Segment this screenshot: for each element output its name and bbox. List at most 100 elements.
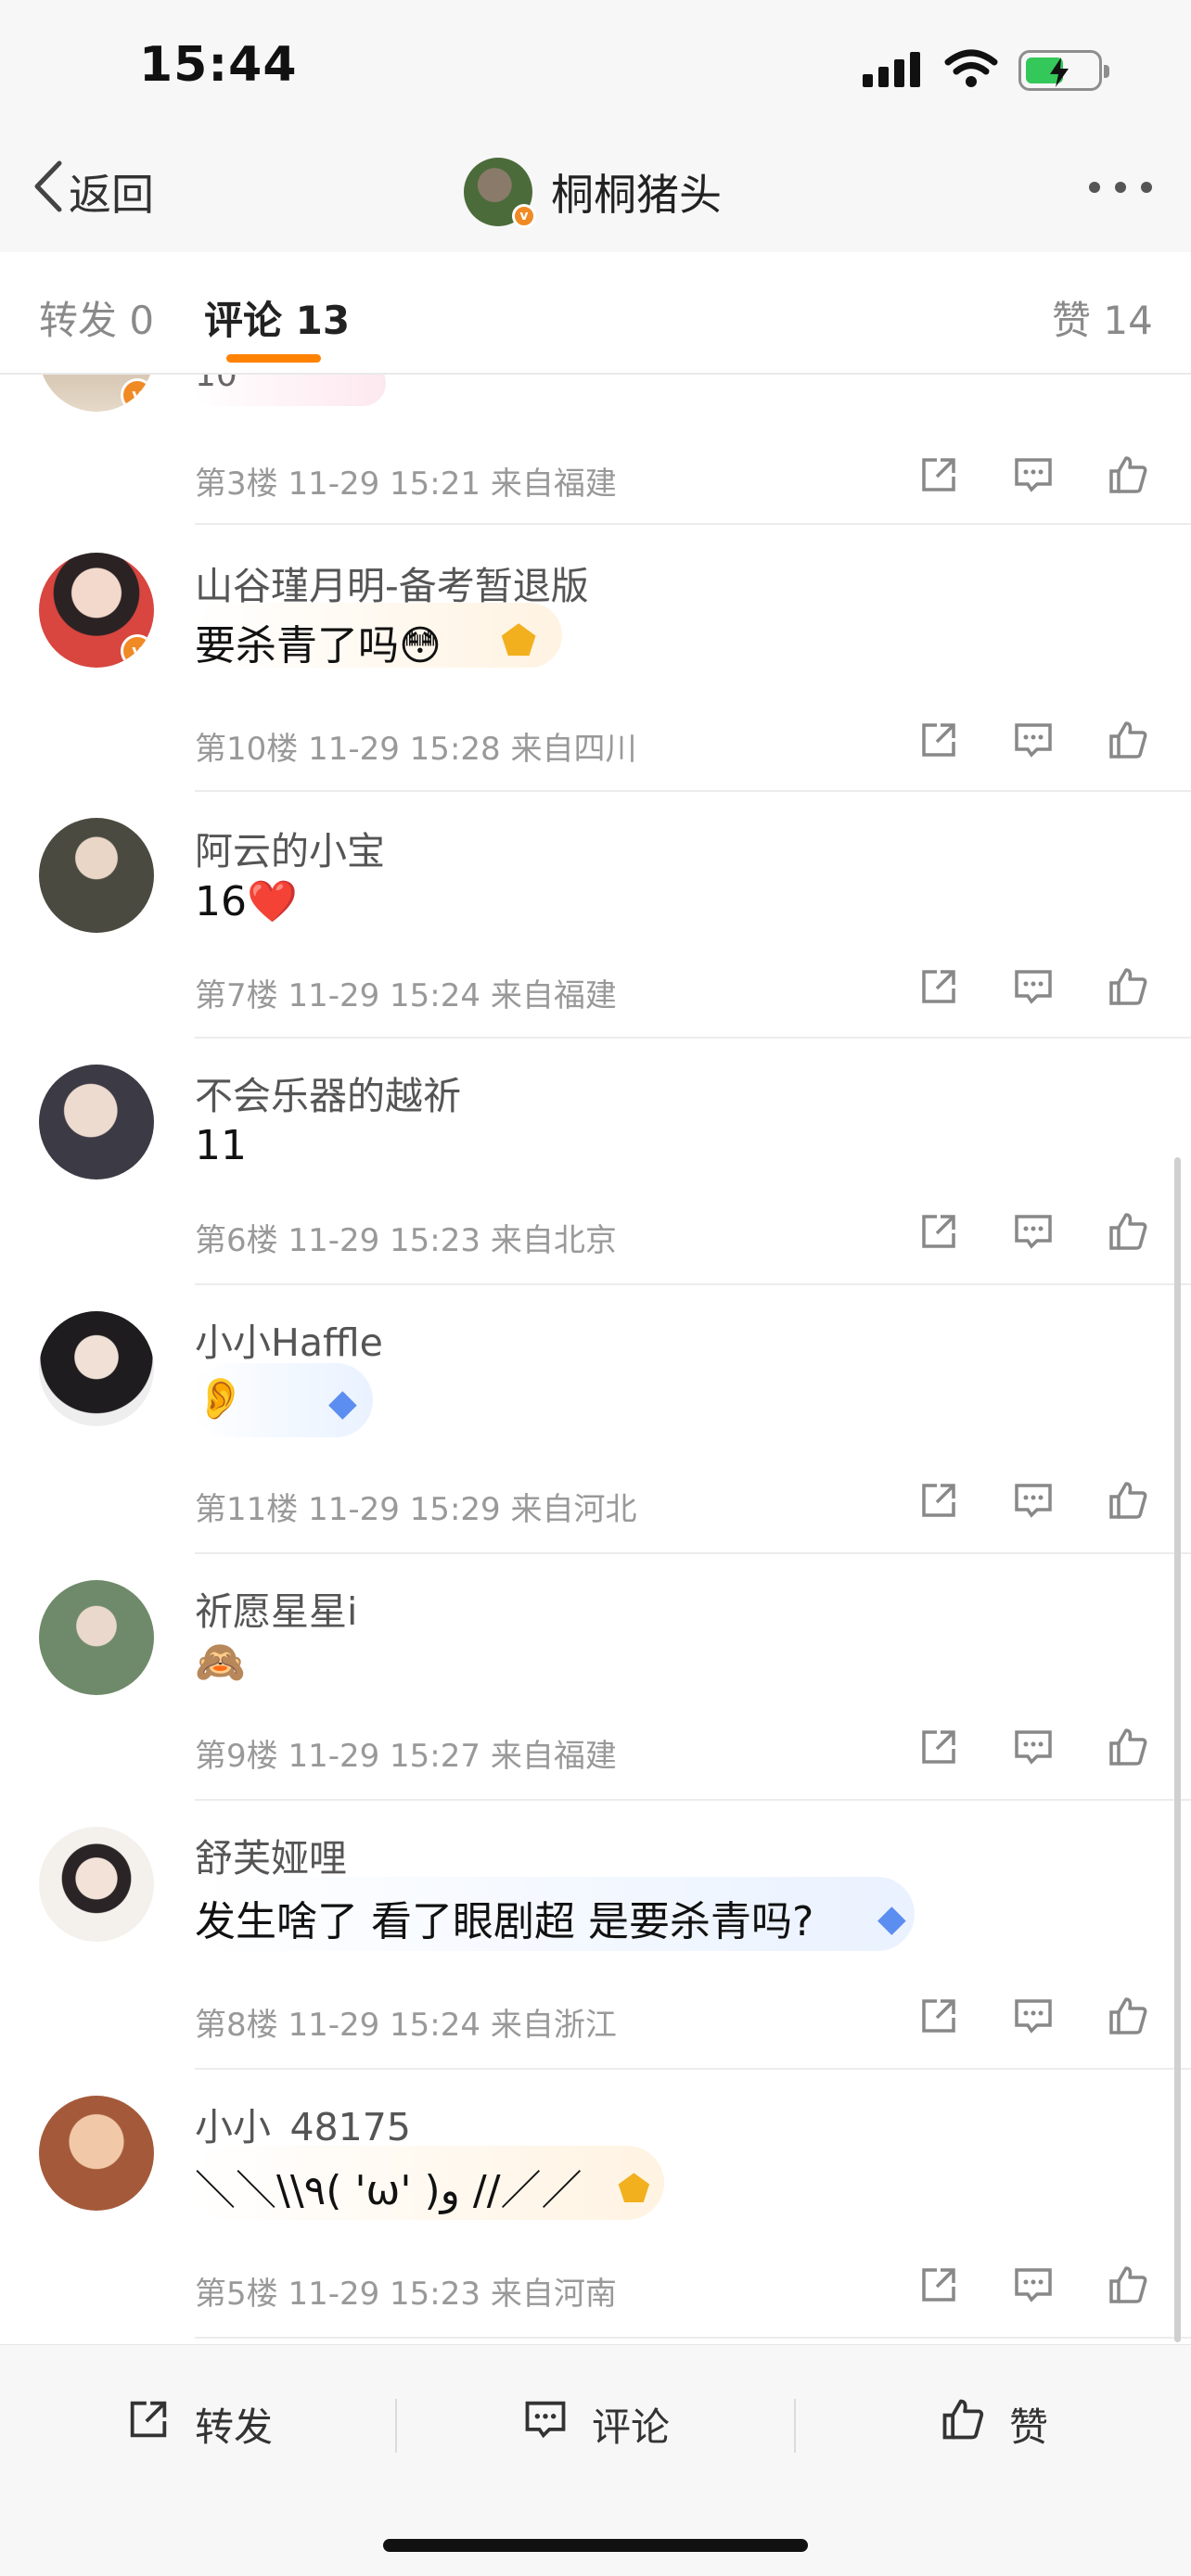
comment-actions: [916, 1478, 1150, 1523]
comment-actions: [916, 453, 1150, 497]
page-title: 桐桐猪头: [551, 170, 722, 220]
like-icon[interactable]: [1106, 453, 1150, 497]
back-label: 返回: [69, 169, 154, 220]
comment-icon[interactable]: [1011, 2263, 1056, 2307]
tab-indicator: [226, 354, 321, 363]
share-icon[interactable]: [916, 1209, 961, 1254]
avatar[interactable]: [39, 1580, 154, 1695]
divider: [195, 1283, 1191, 1285]
comment-icon[interactable]: [1011, 964, 1056, 1009]
comment-author[interactable]: 阿云的小宝: [195, 820, 385, 875]
comment-text: 11: [195, 1122, 247, 1169]
back-button[interactable]: 返回: [32, 159, 154, 223]
share-icon[interactable]: [916, 1478, 961, 1523]
share-icon: [124, 2395, 173, 2453]
comment-meta: 第6楼 11-29 15:23 来自北京: [195, 1222, 617, 1259]
verified-badge-icon: v: [121, 634, 154, 668]
cellular-signal-icon: [863, 50, 924, 91]
comment-author[interactable]: 祈愿星星i: [195, 1580, 357, 1636]
comment-author[interactable]: 小小_48175: [195, 2096, 411, 2151]
comment-actions: [916, 1209, 1150, 1254]
comment-author[interactable]: 不会乐器的越祈: [195, 1065, 461, 1120]
comment-author[interactable]: 舒芙娅哩: [195, 1827, 347, 1882]
comment-text: 16❤️: [195, 878, 298, 925]
like-icon: [939, 2395, 987, 2453]
comment-meta: 第10楼 11-29 15:28 来自四川: [195, 731, 637, 768]
avatar[interactable]: [39, 818, 154, 933]
diamond-badge-icon: ◆: [877, 1897, 906, 1940]
dot: [1115, 182, 1126, 193]
comment-actions: [916, 718, 1150, 762]
avatar[interactable]: [39, 2096, 154, 2211]
share-icon[interactable]: [916, 964, 961, 1009]
comment-icon[interactable]: [1011, 1209, 1056, 1254]
tab-likes[interactable]: 赞 14: [1052, 289, 1153, 346]
comment-meta: 第11楼 11-29 15:29 来自河北: [195, 1491, 637, 1528]
repost-label: 转发: [195, 2404, 274, 2450]
avatar[interactable]: v: [39, 553, 154, 668]
comment-meta: 第8楼 11-29 15:24 来自浙江: [195, 2007, 617, 2044]
top-bar: 15:44 返回 v 桐桐猪头: [0, 0, 1191, 252]
share-icon[interactable]: [916, 2263, 961, 2307]
avatar[interactable]: v: [464, 158, 536, 228]
avatar[interactable]: [39, 1065, 154, 1180]
comment-button[interactable]: 评论: [521, 2395, 670, 2453]
tab-repost[interactable]: 转发 0: [39, 289, 154, 346]
more-button[interactable]: [1089, 182, 1152, 193]
divider: [195, 790, 1191, 792]
comment-icon[interactable]: [1011, 718, 1056, 762]
comment-icon: [521, 2395, 570, 2453]
comment-meta: 第3楼 11-29 15:21 来自福建: [195, 465, 617, 503]
share-icon[interactable]: [916, 718, 961, 762]
comment-icon[interactable]: [1011, 1994, 1056, 2038]
verified-badge-icon: v: [121, 378, 154, 412]
repost-button[interactable]: 转发: [124, 2395, 273, 2453]
comment-actions: [916, 1994, 1150, 2038]
like-label: 赞: [1009, 2404, 1049, 2450]
comment-label: 评论: [592, 2404, 671, 2450]
wifi-icon: [944, 49, 998, 92]
like-icon[interactable]: [1106, 1994, 1150, 2038]
verified-badge-icon: v: [512, 204, 536, 228]
divider: [195, 1552, 1191, 1554]
comment-text: 发生啥了 看了眼剧超 是要杀青吗?: [195, 1898, 814, 1945]
divider: [195, 2068, 1191, 2070]
like-icon[interactable]: [1106, 1478, 1150, 1523]
comment-author[interactable]: 小小Haffle: [195, 1311, 383, 1367]
like-icon[interactable]: [1106, 2263, 1150, 2307]
share-icon[interactable]: [916, 1725, 961, 1769]
comment-text: ＼＼\\٩( 'ω' )و //／／: [195, 2167, 583, 2214]
avatar[interactable]: [39, 1311, 154, 1426]
comment-author[interactable]: 山谷瑾月明-备考暂退版: [195, 555, 589, 610]
comment-icon[interactable]: [1011, 1725, 1056, 1769]
home-indicator: [383, 2539, 808, 2552]
comment-icon[interactable]: [1011, 453, 1056, 497]
gold-badge-icon: ⬟: [501, 618, 537, 665]
separator: [794, 2399, 796, 2453]
comment-text: 👂: [195, 1375, 246, 1422]
like-icon[interactable]: [1106, 964, 1150, 1009]
tab-bar: 转发 0 评论 13 赞 14: [0, 252, 1191, 375]
comment-icon[interactable]: [1011, 1478, 1056, 1523]
comment-actions: [916, 1725, 1150, 1769]
like-icon[interactable]: [1106, 718, 1150, 762]
post-author[interactable]: v 桐桐猪头: [464, 158, 722, 228]
scrollbar[interactable]: [1174, 1157, 1181, 2342]
avatar[interactable]: [39, 1827, 154, 1942]
share-icon[interactable]: [916, 1994, 961, 2038]
dot: [1089, 182, 1100, 193]
status-icons: [863, 43, 1109, 98]
comment-actions: [916, 2263, 1150, 2307]
like-button[interactable]: 赞: [939, 2395, 1048, 2453]
divider: [195, 1037, 1191, 1039]
divider: [195, 2337, 1191, 2339]
tab-comments[interactable]: 评论 13: [204, 289, 350, 346]
like-icon[interactable]: [1106, 1209, 1150, 1254]
divider: [195, 1799, 1191, 1801]
diamond-badge-icon: ◆: [328, 1382, 357, 1424]
avatar[interactable]: v: [39, 375, 154, 412]
comment-list[interactable]: v 10 第3楼 11-29 15:21 来自福建 v 山谷瑾月明-备考暂退版 …: [0, 375, 1191, 2344]
battery-icon: [1018, 50, 1109, 91]
share-icon[interactable]: [916, 453, 961, 497]
like-icon[interactable]: [1106, 1725, 1150, 1769]
